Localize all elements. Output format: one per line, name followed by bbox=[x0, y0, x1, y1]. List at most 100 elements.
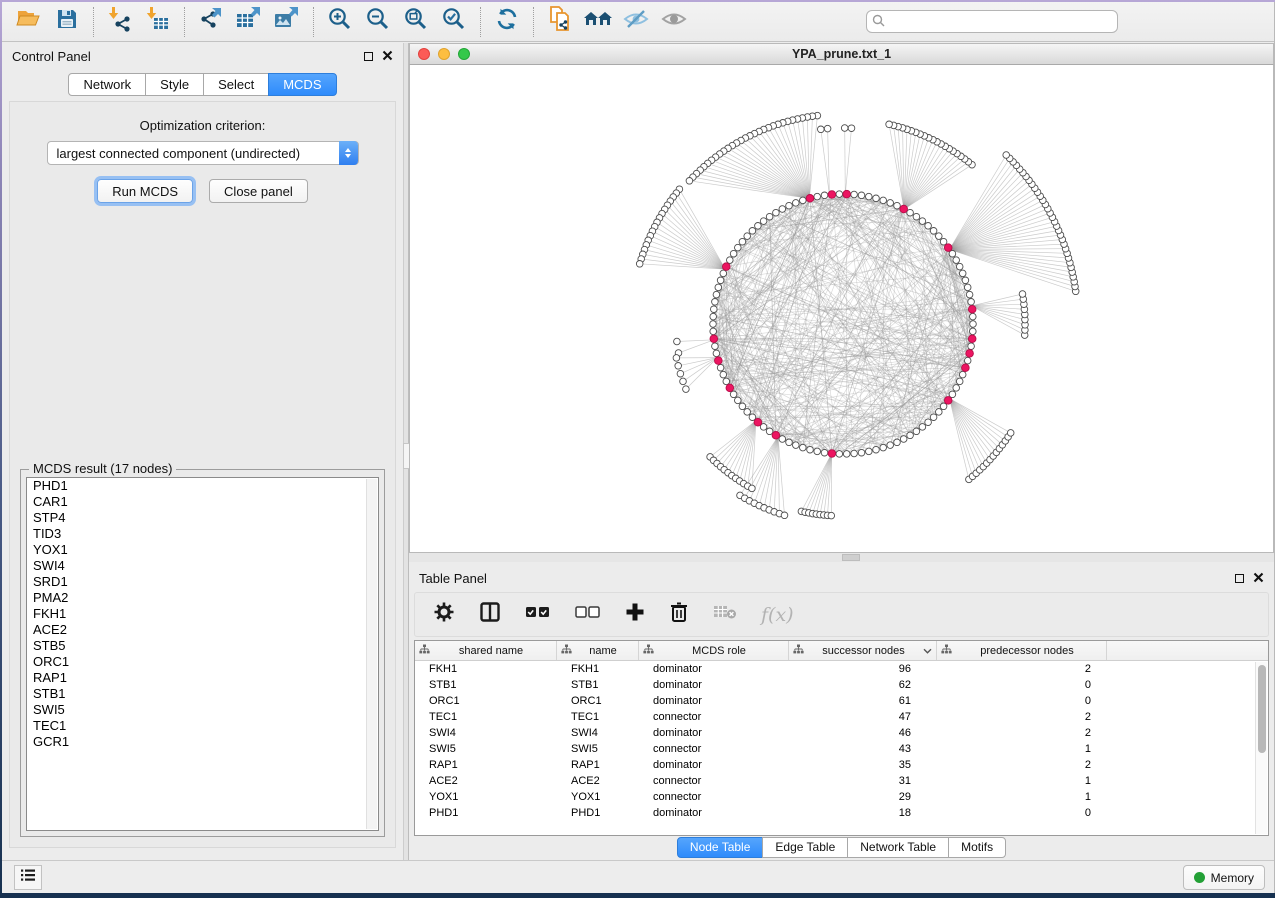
table-row[interactable]: RAP1RAP1dominator352 bbox=[415, 757, 1268, 773]
delete-column-button[interactable] bbox=[669, 601, 689, 628]
table-tab-motifs[interactable]: Motifs bbox=[948, 837, 1006, 858]
mcds-result-item[interactable]: SRD1 bbox=[27, 574, 378, 590]
column-header-name[interactable]: name bbox=[557, 641, 639, 660]
select-all-button[interactable] bbox=[525, 605, 551, 624]
mcds-result-item[interactable]: ACE2 bbox=[27, 622, 378, 638]
table-row[interactable]: STB1STB1dominator620 bbox=[415, 677, 1268, 693]
mcds-result-item[interactable]: CAR1 bbox=[27, 494, 378, 510]
table-header-row: shared namenameMCDS rolesuccessor nodesp… bbox=[415, 641, 1268, 661]
zoom-selected-button[interactable] bbox=[435, 6, 473, 38]
export-image-button[interactable] bbox=[268, 6, 306, 38]
mcds-result-title: MCDS result (17 nodes) bbox=[29, 461, 176, 476]
memory-button[interactable]: Memory bbox=[1183, 865, 1265, 890]
zoom-out-button[interactable] bbox=[359, 6, 397, 38]
column-header-shared-name[interactable]: shared name bbox=[415, 641, 557, 660]
zoom-selected-icon bbox=[441, 6, 467, 37]
tab-style[interactable]: Style bbox=[145, 73, 204, 96]
export-table-icon bbox=[235, 6, 263, 37]
copy-documents-icon bbox=[547, 5, 573, 38]
mcds-result-item[interactable]: YOX1 bbox=[27, 542, 378, 558]
criterion-select[interactable]: largest connected component (undirected) bbox=[47, 141, 359, 165]
show-panels-button[interactable] bbox=[14, 865, 42, 890]
mcds-result-item[interactable]: TEC1 bbox=[27, 718, 378, 734]
table-tab-edge-table[interactable]: Edge Table bbox=[762, 837, 848, 858]
tab-mcds[interactable]: MCDS bbox=[268, 73, 336, 96]
run-mcds-button[interactable]: Run MCDS bbox=[97, 179, 193, 203]
scrollbar-thumb[interactable] bbox=[1258, 665, 1266, 753]
table-row[interactable]: SWI5SWI5connector431 bbox=[415, 741, 1268, 757]
toolbar-separator bbox=[93, 7, 94, 37]
column-header-MCDS-role[interactable]: MCDS role bbox=[639, 641, 789, 660]
node-table[interactable]: shared namenameMCDS rolesuccessor nodesp… bbox=[414, 640, 1269, 836]
toolbar-separator bbox=[480, 7, 481, 37]
two-houses-icon bbox=[583, 7, 613, 36]
mcds-result-item[interactable]: SWI4 bbox=[27, 558, 378, 574]
first-neighbors-button[interactable] bbox=[579, 6, 617, 38]
export-table-button[interactable] bbox=[230, 6, 268, 38]
float-panel-icon[interactable] bbox=[1235, 574, 1244, 583]
network-canvas[interactable] bbox=[409, 65, 1274, 553]
table-scrollbar[interactable] bbox=[1255, 662, 1267, 834]
mcds-result-item[interactable]: SWI5 bbox=[27, 702, 378, 718]
application-window: Control Panel NetworkStyleSelectMCDS Opt… bbox=[2, 2, 1275, 893]
import-table-button[interactable] bbox=[139, 6, 177, 38]
close-panel-icon[interactable] bbox=[382, 49, 393, 64]
mcds-result-item[interactable]: GCR1 bbox=[27, 734, 378, 750]
float-panel-icon[interactable] bbox=[364, 52, 373, 61]
split-view-button[interactable] bbox=[479, 601, 501, 628]
horizontal-splitter[interactable] bbox=[409, 553, 1274, 562]
zoom-fit-button[interactable] bbox=[397, 6, 435, 38]
close-panel-button[interactable]: Close panel bbox=[209, 179, 308, 203]
network-titlebar[interactable]: YPA_prune.txt_1 bbox=[409, 43, 1274, 65]
function-builder-button[interactable]: f(x) bbox=[761, 604, 794, 626]
export-network-button[interactable] bbox=[192, 6, 230, 38]
zoom-in-button[interactable] bbox=[321, 6, 359, 38]
mcds-result-item[interactable]: STB1 bbox=[27, 686, 378, 702]
export-image-icon bbox=[273, 6, 301, 37]
mcds-list-scrollbar[interactable] bbox=[366, 479, 377, 829]
mcds-result-item[interactable]: FKH1 bbox=[27, 606, 378, 622]
table-tab-network-table[interactable]: Network Table bbox=[847, 837, 949, 858]
table-row[interactable]: YOX1YOX1connector291 bbox=[415, 789, 1268, 805]
open-file-button[interactable] bbox=[10, 6, 48, 38]
sitemap-icon bbox=[561, 644, 572, 657]
tab-select[interactable]: Select bbox=[203, 73, 269, 96]
search-input[interactable] bbox=[866, 10, 1118, 33]
table-row[interactable]: ACE2ACE2connector311 bbox=[415, 773, 1268, 789]
save-floppy-icon bbox=[55, 7, 79, 36]
copy-style-button[interactable] bbox=[541, 6, 579, 38]
table-settings-button[interactable] bbox=[433, 601, 455, 628]
column-header-predecessor-nodes[interactable]: predecessor nodes bbox=[937, 641, 1107, 660]
table-row[interactable]: SWI4SWI4dominator462 bbox=[415, 725, 1268, 741]
mcds-result-item[interactable]: ORC1 bbox=[27, 654, 378, 670]
mcds-result-item[interactable]: TID3 bbox=[27, 526, 378, 542]
table-row[interactable]: PHD1PHD1dominator180 bbox=[415, 805, 1268, 821]
splitter-handle[interactable] bbox=[842, 554, 860, 561]
refresh-view-button[interactable] bbox=[488, 6, 526, 38]
mcds-result-item[interactable]: STP4 bbox=[27, 510, 378, 526]
mcds-panel-card: Optimization criterion: largest connecte… bbox=[9, 101, 396, 848]
close-panel-icon[interactable] bbox=[1253, 571, 1264, 586]
mcds-result-list[interactable]: PHD1CAR1STP4TID3YOX1SWI4SRD1PMA2FKH1ACE2… bbox=[26, 477, 379, 831]
table-row[interactable]: FKH1FKH1dominator962 bbox=[415, 661, 1268, 677]
mcds-result-item[interactable]: PHD1 bbox=[27, 478, 378, 494]
tab-network[interactable]: Network bbox=[68, 73, 146, 96]
sitemap-icon bbox=[941, 644, 952, 657]
mcds-result-item[interactable]: PMA2 bbox=[27, 590, 378, 606]
mcds-result-item[interactable]: RAP1 bbox=[27, 670, 378, 686]
import-network-button[interactable] bbox=[101, 6, 139, 38]
memory-status-icon bbox=[1194, 872, 1205, 883]
save-session-button[interactable] bbox=[48, 6, 86, 38]
column-header-successor-nodes[interactable]: successor nodes bbox=[789, 641, 937, 660]
delete-table-button[interactable] bbox=[713, 604, 737, 625]
add-column-button[interactable] bbox=[625, 602, 645, 627]
show-all-button[interactable] bbox=[655, 6, 693, 38]
table-tab-node-table[interactable]: Node Table bbox=[677, 837, 764, 858]
memory-label: Memory bbox=[1211, 871, 1254, 885]
deselect-all-button[interactable] bbox=[575, 605, 601, 624]
toolbar-separator bbox=[313, 7, 314, 37]
mcds-result-item[interactable]: STB5 bbox=[27, 638, 378, 654]
hide-selected-button[interactable] bbox=[617, 6, 655, 38]
table-row[interactable]: TEC1TEC1connector472 bbox=[415, 709, 1268, 725]
table-row[interactable]: ORC1ORC1dominator610 bbox=[415, 693, 1268, 709]
